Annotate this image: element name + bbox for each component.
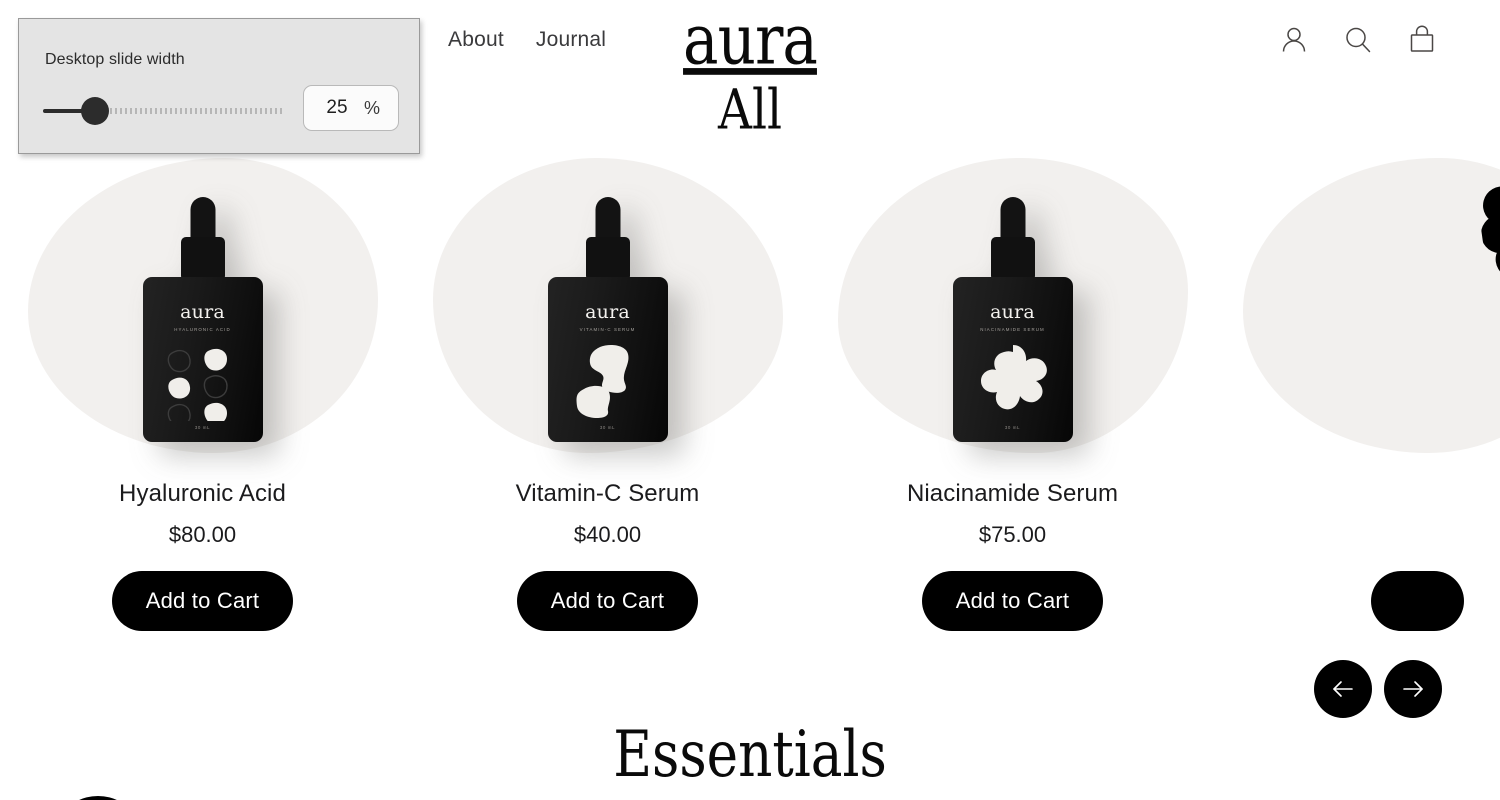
bottle-volume-text: 30 mL	[599, 424, 616, 430]
product-name	[1215, 478, 1500, 510]
carousel-next-button[interactable]	[1384, 660, 1442, 718]
slider-tick-track	[95, 108, 285, 114]
bottle-variant-text: VITAMIN-C SERUM	[579, 326, 636, 332]
carousel-slide-niacinamide-serum[interactable]: aura NIACINAMIDE SERUM 30 mL Niacinamide…	[810, 150, 1215, 631]
product-name: Niacinamide Serum	[906, 480, 1119, 507]
product-bottle-image[interactable]: aura NIACINAMIDE SERUM 30 mL	[952, 196, 1073, 442]
dropper-collar-icon	[990, 236, 1035, 281]
carousel-track[interactable]: aura HYALURONIC ACID 30 mL Hyaluronic Ac…	[0, 150, 1500, 631]
product-media: aura VITAMIN-C SERUM 30 mL	[405, 150, 810, 460]
product-media: aura NIACINAMIDE SERUM 30 mL	[810, 150, 1215, 460]
product-cart-row: Add to Cart	[0, 571, 405, 631]
primary-nav: About Journal	[448, 26, 606, 54]
carousel-slide-partial-next[interactable]: Sold Out	[1215, 150, 1500, 631]
brand-logo[interactable]: aura	[683, 1, 818, 78]
product-bottle-image[interactable]: aura HYALURONIC ACID 30 mL	[142, 196, 263, 442]
slide-width-control-row: 25 %	[43, 85, 399, 137]
bottle-volume-text: 30 mL	[194, 424, 211, 430]
slide-width-value[interactable]: 25	[304, 97, 364, 119]
bottle-artwork-clover-icon	[953, 343, 1073, 425]
slide-width-settings-panel: Desktop slide width 25 %	[18, 18, 420, 154]
product-cart-row: Add to Cart	[405, 571, 810, 631]
bottle-brand-text: aura	[180, 300, 225, 323]
dropper-collar-icon	[180, 236, 225, 281]
product-media: aura HYALURONIC ACID 30 mL	[0, 150, 405, 460]
slide-width-slider[interactable]	[43, 94, 285, 128]
product-cart-row: Add to Cart	[810, 571, 1215, 631]
product-carousel[interactable]: aura HYALURONIC ACID 30 mL Hyaluronic Ac…	[0, 150, 1500, 650]
dropper-nozzle-icon	[1000, 196, 1025, 241]
dropper-collar-icon	[585, 236, 630, 281]
header-icon-group	[1276, 22, 1440, 58]
dropper-nozzle-icon	[190, 196, 215, 241]
product-backdrop-blob	[1242, 158, 1500, 453]
product-price: $40.00	[573, 522, 642, 547]
page-root: About Journal aura All aura HYALURONIC A…	[0, 0, 1500, 800]
arrow-right-icon	[1398, 674, 1428, 704]
slide-width-number-field[interactable]: 25 %	[303, 85, 399, 131]
bottle-volume-text: 30 mL	[1004, 424, 1021, 430]
section-heading-essentials: Essentials	[613, 718, 887, 793]
decorative-blobs	[60, 784, 190, 800]
product-name: Vitamin-C Serum	[515, 480, 700, 507]
slide-width-unit: %	[364, 97, 381, 118]
bottle-variant-text: HYALURONIC ACID	[174, 326, 231, 332]
product-name: Hyaluronic Acid	[119, 480, 286, 507]
bottle-body: aura VITAMIN-C SERUM 30 mL	[547, 276, 668, 442]
add-to-cart-button[interactable]: Add to Cart	[921, 571, 1104, 631]
add-to-cart-button[interactable]: Add to Cart	[516, 571, 699, 631]
product-price: $80.00	[168, 522, 237, 547]
product-bottle-image[interactable]: aura VITAMIN-C SERUM 30 mL	[547, 196, 668, 442]
bottle-brand-text: aura	[990, 300, 1035, 323]
carousel-slide-hyaluronic-acid[interactable]: aura HYALURONIC ACID 30 mL Hyaluronic Ac…	[0, 150, 405, 631]
cart-icon[interactable]	[1404, 22, 1440, 58]
account-icon[interactable]	[1276, 22, 1312, 58]
nav-link-journal[interactable]: Journal	[536, 26, 606, 54]
product-media: Sold Out	[1215, 150, 1500, 460]
bottle-artwork-folded-icon	[548, 343, 668, 425]
search-icon[interactable]	[1340, 22, 1376, 58]
slider-thumb[interactable]	[81, 97, 109, 125]
add-to-cart-button[interactable]	[1370, 571, 1465, 631]
add-to-cart-button[interactable]: Add to Cart	[111, 571, 294, 631]
product-price	[1215, 521, 1500, 549]
dropper-nozzle-icon	[595, 196, 620, 241]
page-title: All	[717, 78, 783, 142]
carousel-slide-vitamin-c-serum[interactable]: aura VITAMIN-C SERUM 30 mL Vitamin-C Ser…	[405, 150, 810, 631]
bottle-brand-text: aura	[585, 300, 630, 323]
slide-width-label: Desktop slide width	[45, 51, 185, 68]
bottle-body: aura HYALURONIC ACID 30 mL	[142, 276, 263, 442]
bottle-artwork-pebbles-icon	[143, 343, 263, 425]
nav-link-about[interactable]: About	[448, 26, 504, 54]
arrow-left-icon	[1328, 674, 1358, 704]
bottle-body: aura NIACINAMIDE SERUM 30 mL	[952, 276, 1073, 442]
bottle-variant-text: NIACINAMIDE SERUM	[980, 326, 1045, 332]
carousel-prev-button[interactable]	[1314, 660, 1372, 718]
product-price: $75.00	[978, 522, 1047, 547]
carousel-navigation	[1314, 660, 1442, 718]
product-cart-row	[1215, 571, 1500, 631]
